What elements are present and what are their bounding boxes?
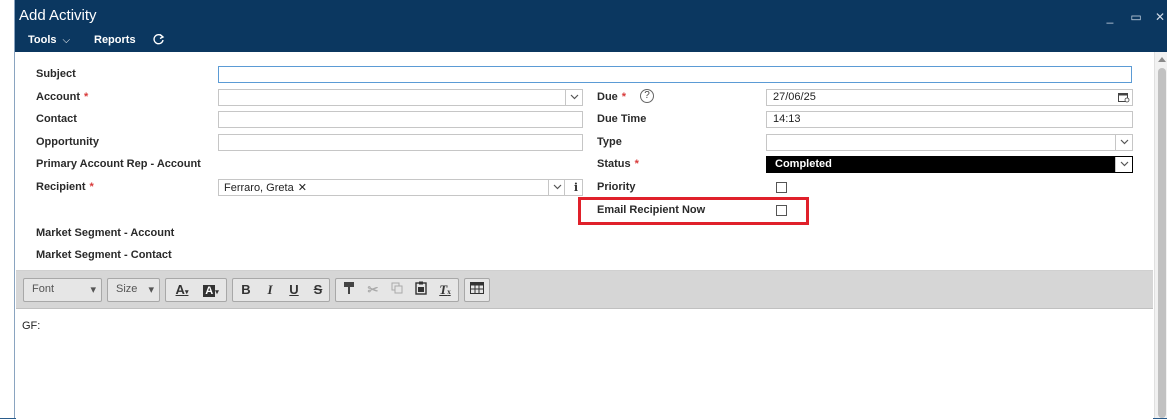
account-label-text: Account [36,91,80,103]
chevron-down-icon[interactable] [1115,157,1132,172]
recipient-label-text: Recipient [36,181,86,193]
account-label: Account * [36,91,88,103]
subject-label: Subject [36,68,76,80]
size-select-label: Size [108,279,145,301]
dialog-titlebar: Add Activity _ ▭ ✕ Tools ⌵ Reports [15,0,1167,52]
account-select[interactable] [218,89,583,106]
recipient-label: Recipient * [36,181,94,193]
notes-editor: Font ▾ Size ▾ A▾ A ▾ B I U S ✂ Tx GF: [16,270,1153,419]
highlight-box [578,197,809,225]
due-label-text: Due [597,91,618,103]
opportunity-label: Opportunity [36,136,99,148]
minimize-button[interactable]: _ [1103,10,1117,24]
chevron-down-icon: ▾ [90,284,96,296]
required-marker: * [621,91,627,103]
priority-checkbox[interactable] [776,182,787,193]
size-select[interactable]: Size ▾ [107,278,160,302]
remove-format-button[interactable]: Tx [435,281,455,299]
refresh-icon[interactable] [152,33,166,47]
contact-input[interactable] [218,111,583,128]
chevron-down-icon: ⌵ [62,35,71,46]
font-color-button[interactable]: A▾ [169,281,195,299]
info-icon[interactable]: i [574,181,578,194]
font-select[interactable]: Font ▾ [23,278,102,302]
copy-icon[interactable] [387,281,407,299]
tools-menu-label: Tools [28,34,57,46]
status-select[interactable]: Completed [766,156,1133,173]
primary-account-rep-label: Primary Account Rep - Account [36,158,201,170]
tools-menu[interactable]: Tools ⌵ [28,34,70,46]
background-color-button[interactable]: A ▾ [198,281,224,299]
due-date-input[interactable]: 27/06/25 [766,89,1133,106]
chevron-down-icon[interactable] [548,180,565,195]
underline-button[interactable]: U [284,281,304,299]
priority-label: Priority [597,181,636,193]
recipient-field[interactable]: Ferraro, Greta ✕ i [218,179,583,196]
required-marker: * [84,91,89,103]
background-app-edge [0,0,14,418]
close-button[interactable]: ✕ [1153,10,1167,24]
remove-tag-icon[interactable]: ✕ [298,182,307,194]
cut-icon[interactable]: ✂ [363,281,383,299]
editor-text: GF: [22,320,41,332]
calendar-icon[interactable] [1118,92,1130,103]
insert-table-icon[interactable] [467,281,487,299]
chevron-down-icon[interactable] [1115,135,1132,150]
due-time-input[interactable]: 14:13 [766,111,1133,128]
required-marker: * [634,158,639,170]
required-marker: * [89,181,94,193]
scroll-up-icon[interactable] [1158,56,1166,62]
chevron-down-icon: ▾ [148,284,154,296]
editor-toolbar: Font ▾ Size ▾ A▾ A ▾ B I U S ✂ Tx [16,271,1153,309]
status-label: Status * [597,158,639,170]
due-label: Due * [597,91,626,103]
format-group: B I U S [232,278,330,302]
status-value: Completed [775,158,832,170]
help-icon[interactable]: ? [640,89,654,103]
market-segment-contact-label: Market Segment - Contact [36,249,172,261]
size-placeholder: Size [116,283,138,295]
clear-x-icon: x [447,288,451,296]
add-activity-dialog: Add Activity _ ▭ ✕ Tools ⌵ Reports Subjec… [14,0,1167,419]
type-select[interactable] [766,134,1133,151]
dialog-title: Add Activity [19,7,97,24]
type-label: Type [597,136,622,148]
recipient-tag: Ferraro, Greta ✕ [221,181,310,194]
chevron-down-icon[interactable] [565,90,582,105]
status-label-text: Status [597,158,631,170]
format-painter-icon[interactable] [339,281,359,299]
chevron-down-icon: ▾ [184,289,189,296]
background-color-icon: A [203,285,216,297]
recipient-tag-text: Ferraro, Greta [224,182,294,194]
table-group [464,278,490,302]
opportunity-input[interactable] [218,134,583,151]
contact-label: Contact [36,113,77,125]
due-time-label: Due Time [597,113,647,125]
maximize-button[interactable]: ▭ [1129,10,1143,24]
italic-button[interactable]: I [260,281,280,299]
market-segment-account-label: Market Segment - Account [36,227,175,239]
bold-button[interactable]: B [236,281,256,299]
clipboard-group: ✂ Tx [335,278,459,302]
subject-input[interactable] [218,66,1132,83]
editor-content-area[interactable]: GF: [16,310,1153,419]
font-select-label: Font [24,279,62,301]
activity-form: Subject Account * Contact Opportunity Pri… [15,52,1154,270]
chevron-down-icon: ▾ [215,289,219,296]
vertical-scrollbar[interactable] [1154,52,1167,418]
strikethrough-button[interactable]: S [308,281,328,299]
reports-menu[interactable]: Reports [94,34,136,46]
due-time-value: 14:13 [773,113,801,125]
font-color-icon: A [175,282,185,297]
due-date-value: 27/06/25 [773,91,816,103]
color-group: A▾ A ▾ [165,278,227,302]
scrollbar-thumb[interactable] [1158,68,1166,418]
paste-icon[interactable] [411,281,431,299]
screen: Add Activity _ ▭ ✕ Tools ⌵ Reports Subjec… [0,0,1167,419]
font-placeholder: Font [32,283,55,295]
